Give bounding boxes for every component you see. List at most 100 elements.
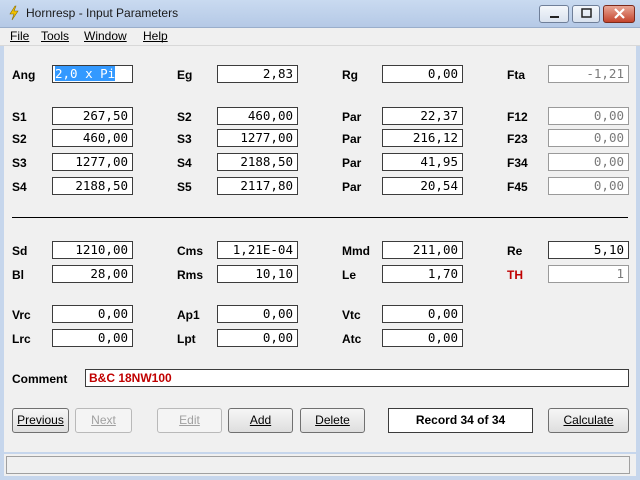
- param-field-bl[interactable]: 28,00: [52, 265, 133, 283]
- hornresp-window: Hornresp - Input Parameters File Tools W…: [0, 0, 640, 480]
- menu-tools[interactable]: Tools: [41, 29, 69, 43]
- param-field-le[interactable]: 1,70: [382, 265, 463, 283]
- param-label-s3: S3: [177, 132, 192, 146]
- param-field-par[interactable]: 20,54: [382, 177, 463, 195]
- param-label-fta: Fta: [507, 68, 525, 82]
- param-label-f34: F34: [507, 156, 528, 170]
- param-field-s4[interactable]: 2188,50: [217, 153, 298, 171]
- previous-button[interactable]: Previous: [12, 408, 69, 433]
- param-field-s1[interactable]: 267,50: [52, 107, 133, 125]
- param-label-le: Le: [342, 268, 357, 282]
- param-field-f12[interactable]: 0,00: [548, 107, 629, 125]
- calculate-button[interactable]: Calculate: [548, 408, 629, 433]
- param-label-lrc: Lrc: [12, 332, 31, 346]
- add-label: Add: [249, 413, 272, 427]
- param-label-ang: Ang: [12, 68, 36, 82]
- param-label-par: Par: [342, 180, 362, 194]
- status-bar: [4, 454, 636, 476]
- window-title: Hornresp - Input Parameters: [26, 6, 179, 20]
- param-label-lpt: Lpt: [177, 332, 196, 346]
- status-panel: [6, 456, 630, 474]
- param-field-s4[interactable]: 2188,50: [52, 177, 133, 195]
- param-field-rms[interactable]: 10,10: [217, 265, 298, 283]
- param-label-f23: F23: [507, 132, 528, 146]
- param-label-re: Re: [507, 244, 523, 258]
- close-button[interactable]: [603, 5, 635, 23]
- calculate-label: Calculate: [563, 413, 614, 427]
- param-field-ang[interactable]: 2,0 x Pi: [52, 65, 133, 83]
- param-label-s4: S4: [12, 180, 27, 194]
- delete-button[interactable]: Delete: [300, 408, 365, 433]
- param-field-vtc[interactable]: 0,00: [382, 305, 463, 323]
- param-label-sd: Sd: [12, 244, 28, 258]
- param-field-fta[interactable]: -1,21: [548, 65, 629, 83]
- param-label-th: TH: [507, 268, 523, 282]
- param-field-s3[interactable]: 1277,00: [217, 129, 298, 147]
- comment-label: Comment: [12, 372, 68, 386]
- next-button[interactable]: Next: [75, 408, 132, 433]
- minimize-button[interactable]: [539, 5, 569, 23]
- param-label-vrc: Vrc: [12, 308, 31, 322]
- previous-label: Previous: [17, 413, 64, 427]
- edit-label: Edit: [179, 413, 200, 427]
- param-field-cms[interactable]: 1,21E-04: [217, 241, 298, 259]
- param-field-s2[interactable]: 460,00: [217, 107, 298, 125]
- param-label-s5: S5: [177, 180, 192, 194]
- edit-button[interactable]: Edit: [157, 408, 222, 433]
- param-label-cms: Cms: [177, 244, 204, 258]
- minimize-icon: [550, 16, 559, 18]
- input-parameters-form: Comment B&C 18NW100 Previous Next Edit A…: [4, 46, 636, 452]
- menu-bar: File Tools Window Help: [0, 28, 640, 46]
- param-label-par: Par: [342, 110, 362, 124]
- param-field-eg[interactable]: 2,83: [217, 65, 298, 83]
- param-label-rg: Rg: [342, 68, 358, 82]
- param-label-mmd: Mmd: [342, 244, 370, 258]
- param-field-mmd[interactable]: 211,00: [382, 241, 463, 259]
- menu-window[interactable]: Window: [84, 29, 127, 43]
- param-field-s2[interactable]: 460,00: [52, 129, 133, 147]
- param-label-s3: S3: [12, 156, 27, 170]
- param-label-par: Par: [342, 156, 362, 170]
- delete-label: Delete: [315, 413, 350, 427]
- param-field-f23[interactable]: 0,00: [548, 129, 629, 147]
- menu-help[interactable]: Help: [143, 29, 168, 43]
- param-field-f34[interactable]: 0,00: [548, 153, 629, 171]
- param-field-s5[interactable]: 2117,80: [217, 177, 298, 195]
- param-field-rg[interactable]: 0,00: [382, 65, 463, 83]
- param-label-rms: Rms: [177, 268, 204, 282]
- param-field-s3[interactable]: 1277,00: [52, 153, 133, 171]
- param-field-par[interactable]: 216,12: [382, 129, 463, 147]
- param-field-vrc[interactable]: 0,00: [52, 305, 133, 323]
- param-field-lpt[interactable]: 0,00: [217, 329, 298, 347]
- param-field-f45[interactable]: 0,00: [548, 177, 629, 195]
- param-field-re[interactable]: 5,10: [548, 241, 629, 259]
- param-label-s2: S2: [177, 110, 192, 124]
- param-field-atc[interactable]: 0,00: [382, 329, 463, 347]
- menu-file[interactable]: File: [10, 29, 29, 43]
- param-field-par[interactable]: 22,37: [382, 107, 463, 125]
- param-label-vtc: Vtc: [342, 308, 361, 322]
- maximize-button[interactable]: [572, 5, 600, 23]
- param-label-eg: Eg: [177, 68, 193, 82]
- maximize-icon: [581, 8, 592, 18]
- lightning-app-icon: [9, 5, 19, 21]
- param-label-atc: Atc: [342, 332, 362, 346]
- param-label-s4: S4: [177, 156, 192, 170]
- param-label-bl: Bl: [12, 268, 24, 282]
- title-bar[interactable]: Hornresp - Input Parameters: [0, 0, 640, 28]
- param-field-lrc[interactable]: 0,00: [52, 329, 133, 347]
- param-label-s2: S2: [12, 132, 27, 146]
- add-button[interactable]: Add: [228, 408, 293, 433]
- comment-field[interactable]: B&C 18NW100: [85, 369, 629, 387]
- param-field-par[interactable]: 41,95: [382, 153, 463, 171]
- record-indicator: Record 34 of 34: [388, 408, 533, 433]
- param-label-ap1: Ap1: [177, 308, 200, 322]
- close-icon: [614, 8, 625, 19]
- param-field-th[interactable]: 1: [548, 265, 629, 283]
- param-label-s1: S1: [12, 110, 27, 124]
- param-label-f45: F45: [507, 180, 528, 194]
- param-field-sd[interactable]: 1210,00: [52, 241, 133, 259]
- section-divider: [12, 217, 628, 218]
- param-field-ap1[interactable]: 0,00: [217, 305, 298, 323]
- param-label-f12: F12: [507, 110, 528, 124]
